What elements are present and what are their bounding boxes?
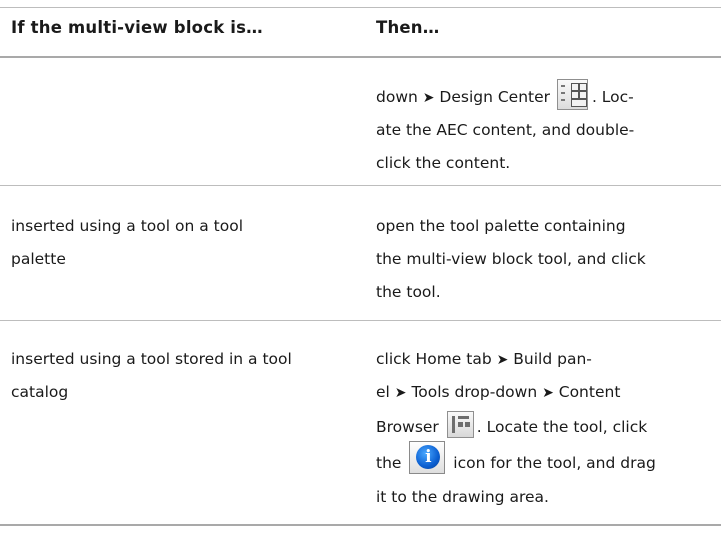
row-3-action-line-3: Browser . Locate the tool, click: [376, 409, 656, 445]
instruction-table: If the multi-view block is… Then… down ➤…: [0, 0, 721, 533]
arrow-glyph: ➤: [496, 352, 509, 368]
row-1-action-line-2: ate the AEC content, and double-: [376, 121, 635, 139]
header-action: Then…: [376, 18, 440, 37]
row-1-action-line-3: click the content.: [376, 154, 511, 172]
info-icon: i: [409, 441, 446, 474]
arrow-glyph: ➤: [542, 385, 554, 401]
row-2-condition: inserted using a tool on a tool palette: [11, 217, 244, 268]
row-3-action-line-2: el ➤ Tools drop-down ➤ Content: [376, 383, 621, 401]
content-browser-icon: [446, 411, 474, 438]
row-3-action: click Home tab ➤ Build pan- el ➤ Tools d…: [376, 343, 656, 514]
header-rule: [0, 56, 721, 58]
row-3-condition: inserted using a tool stored in a tool c…: [11, 350, 292, 401]
table-bottom-rule: [0, 524, 721, 526]
row-3-action-line-5: it to the drawing area.: [376, 488, 549, 506]
arrow-glyph: ➤: [422, 90, 435, 106]
row-2-rule: [0, 320, 721, 321]
row-1-action: down ➤ Design Center . Loc- ate the AEC …: [376, 79, 635, 180]
row-1-rule: [0, 185, 721, 186]
arrow-glyph: ➤: [394, 385, 407, 401]
row-3-action-line-4: the i icon for the tool, and drag: [376, 441, 656, 481]
header-condition: If the multi-view block is…: [11, 18, 263, 37]
table-top-rule: [0, 7, 721, 8]
row-1-action-line-1: down ➤ Design Center . Loc-: [376, 79, 634, 114]
row-2-action: open the tool palette containing the mul…: [376, 217, 646, 301]
row-3-action-line-1: click Home tab ➤ Build pan-: [376, 350, 592, 368]
design-center-icon: [556, 79, 588, 110]
